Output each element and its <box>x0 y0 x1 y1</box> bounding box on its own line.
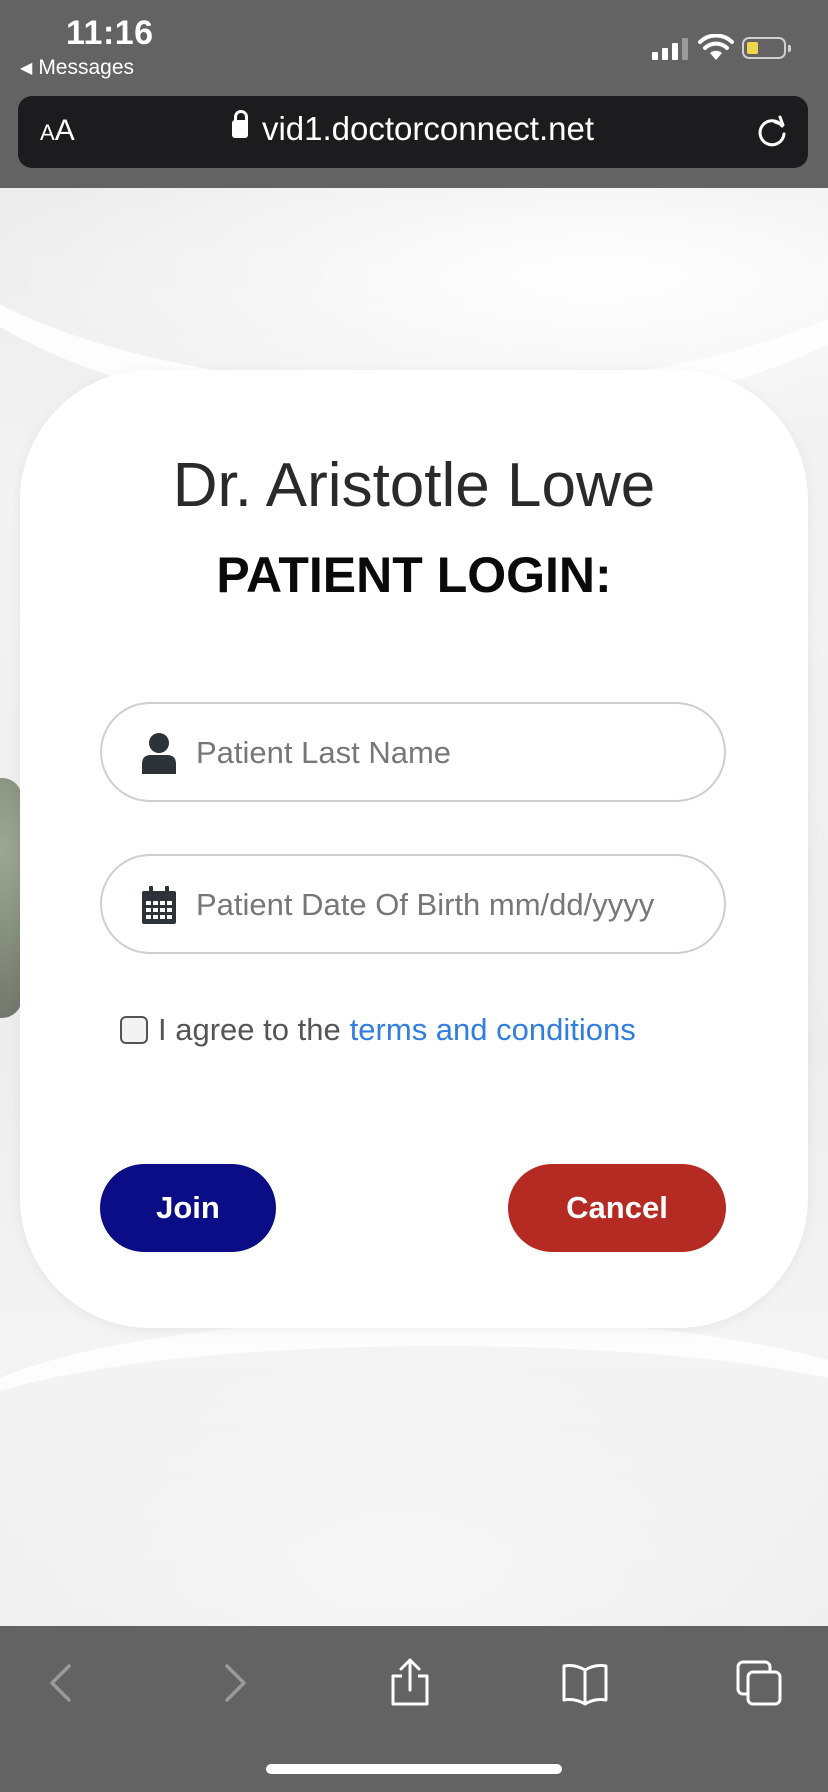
forward-icon[interactable] <box>210 1658 260 1708</box>
reload-icon[interactable] <box>754 114 790 150</box>
dob-input[interactable] <box>194 876 708 934</box>
home-indicator <box>266 1764 562 1774</box>
agree-label: I agree to the <box>158 1012 341 1047</box>
cellular-signal-icon <box>652 38 688 60</box>
last-name-input[interactable] <box>194 724 708 782</box>
back-to-app-link[interactable]: ◀ Messages <box>20 56 134 80</box>
url-text: vid1.doctorconnect.net <box>261 110 595 147</box>
share-icon[interactable] <box>385 1658 435 1708</box>
cancel-button[interactable]: Cancel <box>508 1164 726 1252</box>
terms-checkbox[interactable] <box>120 1016 148 1044</box>
back-app-label: Messages <box>38 56 135 79</box>
tabs-icon[interactable] <box>734 1658 784 1708</box>
page-title: PATIENT LOGIN: <box>216 547 612 603</box>
terms-link[interactable]: terms and conditions <box>350 1012 636 1048</box>
status-time: 11:16 <box>66 14 154 52</box>
address-bar[interactable]: AA vid1.doctorconnect.net <box>18 96 808 168</box>
user-icon <box>142 733 176 774</box>
back-triangle-icon: ◀ <box>20 60 33 77</box>
join-button[interactable]: Join <box>100 1164 276 1252</box>
status-bar: 11:16 ◀ Messages <box>0 0 828 92</box>
back-icon[interactable] <box>36 1658 86 1708</box>
wifi-icon <box>698 34 734 60</box>
web-page: Dr. Aristotle Lowe PATIENT LOGIN: Patien… <box>0 188 828 1626</box>
url-field[interactable]: vid1.doctorconnect.net <box>18 110 808 148</box>
background-arc <box>0 1318 828 1546</box>
background-plant <box>0 778 22 1018</box>
lock-icon <box>231 110 248 139</box>
terms-agreement: I agree to the terms and conditions <box>120 1012 636 1048</box>
login-card: Dr. Aristotle Lowe PATIENT LOGIN: Patien… <box>20 370 808 1328</box>
doctor-name: Dr. Aristotle Lowe <box>172 451 656 520</box>
calendar-icon <box>142 886 176 924</box>
battery-icon <box>742 37 791 59</box>
last-name-field[interactable] <box>100 702 726 802</box>
dob-field[interactable] <box>100 854 726 954</box>
bookmarks-icon[interactable] <box>560 1658 610 1708</box>
